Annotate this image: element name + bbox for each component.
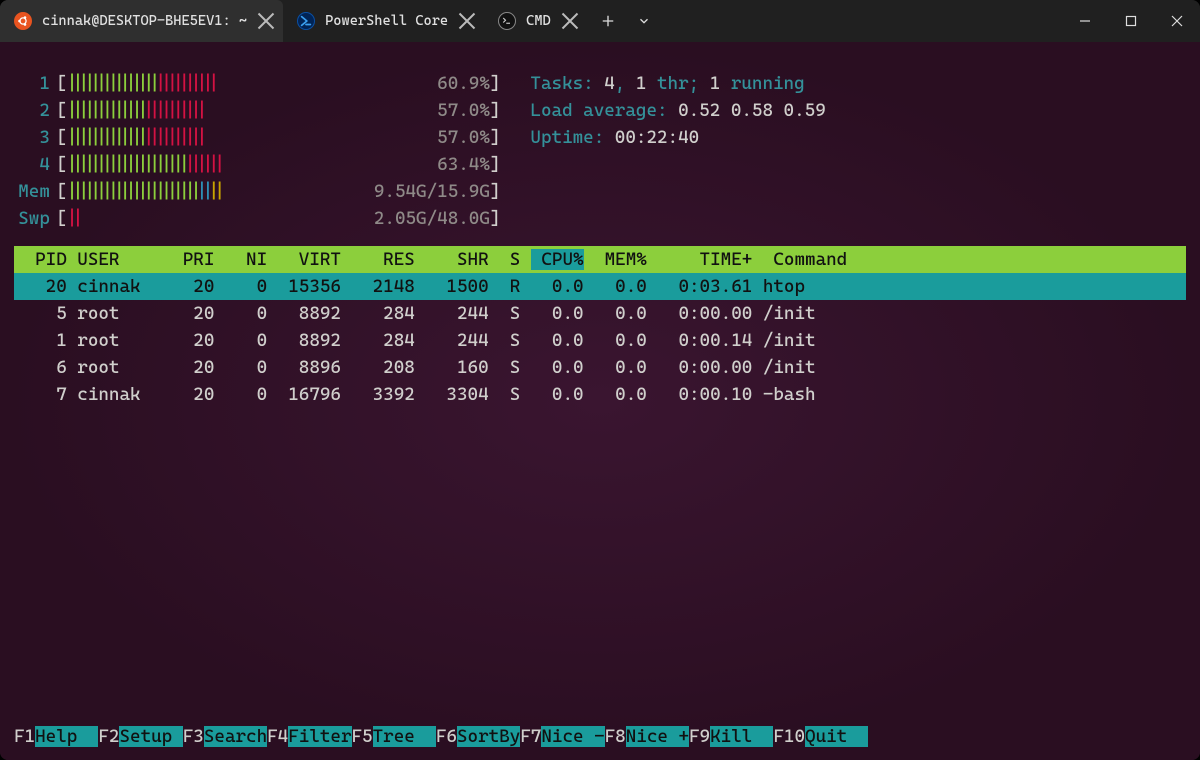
fkey: F9 — [689, 726, 710, 747]
fkey-action[interactable]: Nice + — [626, 726, 689, 747]
process-table: PID USER PRI NI VIRT RES SHR S CPU% MEM%… — [14, 246, 1186, 408]
cpu-meter: 3[|||||||||||||||||||||||57.0%] — [14, 124, 500, 151]
mem-meter: Mem[||||||||||||||||||||||||||9.54G/15.9… — [14, 178, 500, 205]
tab-powershell[interactable]: PowerShell Core — [283, 0, 484, 42]
fkey-action[interactable]: Kill — [710, 726, 773, 747]
table-row[interactable]: 5 root 20 0 8892 284 244 S 0.0 0.0 0:00.… — [14, 300, 1186, 327]
terminal-window: cinnak@DESKTOP-BHE5EV1: ~ PowerShell Cor… — [0, 0, 1200, 760]
fkey-action[interactable]: Help — [35, 726, 98, 747]
tab-dropdown-button[interactable] — [629, 6, 659, 36]
tab-close-button[interactable] — [458, 12, 476, 30]
tab-ubuntu[interactable]: cinnak@DESKTOP-BHE5EV1: ~ — [0, 0, 283, 42]
tab-label: CMD — [526, 13, 551, 29]
fkey: F4 — [267, 726, 288, 747]
meters-block: 1[|||||||||||||||||||||||||60.9%] 2[||||… — [14, 70, 500, 232]
new-tab-button[interactable] — [593, 6, 623, 36]
close-window-button[interactable] — [1154, 0, 1200, 42]
fkey-action[interactable]: Filter — [288, 726, 351, 747]
fkey: F3 — [183, 726, 204, 747]
tab-close-button[interactable] — [561, 12, 579, 30]
table-row[interactable]: 6 root 20 0 8896 208 160 S 0.0 0.0 0:00.… — [14, 354, 1186, 381]
fkey-action[interactable]: Quit — [805, 726, 868, 747]
fkey: F10 — [773, 726, 805, 747]
sysinfo-block: Tasks: 4, 1 thr; 1 runningLoad average: … — [530, 70, 825, 232]
powershell-icon — [297, 12, 315, 30]
tab-label: PowerShell Core — [325, 13, 448, 29]
table-header[interactable]: PID USER PRI NI VIRT RES SHR S CPU% MEM%… — [14, 246, 1186, 273]
tab-controls — [587, 0, 665, 42]
swp-meter: Swp[||2.05G/48.0G] — [14, 205, 500, 232]
function-key-bar: F1Help F2Setup F3SearchF4FilterF5Tree F6… — [14, 723, 1186, 750]
tab-close-button[interactable] — [257, 12, 275, 30]
fkey: F2 — [98, 726, 119, 747]
cpu-meter: 4[||||||||||||||||||||||||||63.4%] — [14, 151, 500, 178]
fkey: F8 — [605, 726, 626, 747]
fkey: F5 — [352, 726, 373, 747]
table-row[interactable]: 20 cinnak 20 0 15356 2148 1500 R 0.0 0.0… — [14, 273, 1186, 300]
minimize-button[interactable] — [1062, 0, 1108, 42]
terminal-surface[interactable]: 1[|||||||||||||||||||||||||60.9%] 2[||||… — [0, 42, 1200, 760]
fkey-action[interactable]: Setup — [119, 726, 182, 747]
titlebar: cinnak@DESKTOP-BHE5EV1: ~ PowerShell Cor… — [0, 0, 1200, 42]
tab-cmd[interactable]: CMD — [484, 0, 587, 42]
window-controls — [1062, 0, 1200, 42]
ubuntu-icon — [14, 12, 32, 30]
fkey-action[interactable]: SortBy — [457, 726, 520, 747]
tab-label: cinnak@DESKTOP-BHE5EV1: ~ — [42, 13, 247, 29]
fkey-action[interactable]: Tree — [373, 726, 436, 747]
fkey-action[interactable]: Nice - — [541, 726, 604, 747]
cpu-meter: 1[|||||||||||||||||||||||||60.9%] — [14, 70, 500, 97]
fkey-action[interactable]: Search — [204, 726, 267, 747]
maximize-button[interactable] — [1108, 0, 1154, 42]
fkey: F7 — [520, 726, 541, 747]
fkey: F6 — [436, 726, 457, 747]
table-row[interactable]: 7 cinnak 20 0 16796 3392 3304 S 0.0 0.0 … — [14, 381, 1186, 408]
table-row[interactable]: 1 root 20 0 8892 284 244 S 0.0 0.0 0:00.… — [14, 327, 1186, 354]
fkey: F1 — [14, 726, 35, 747]
cpu-meter: 2[|||||||||||||||||||||||57.0%] — [14, 97, 500, 124]
tab-strip: cinnak@DESKTOP-BHE5EV1: ~ PowerShell Cor… — [0, 0, 587, 42]
cmd-icon — [498, 12, 516, 30]
